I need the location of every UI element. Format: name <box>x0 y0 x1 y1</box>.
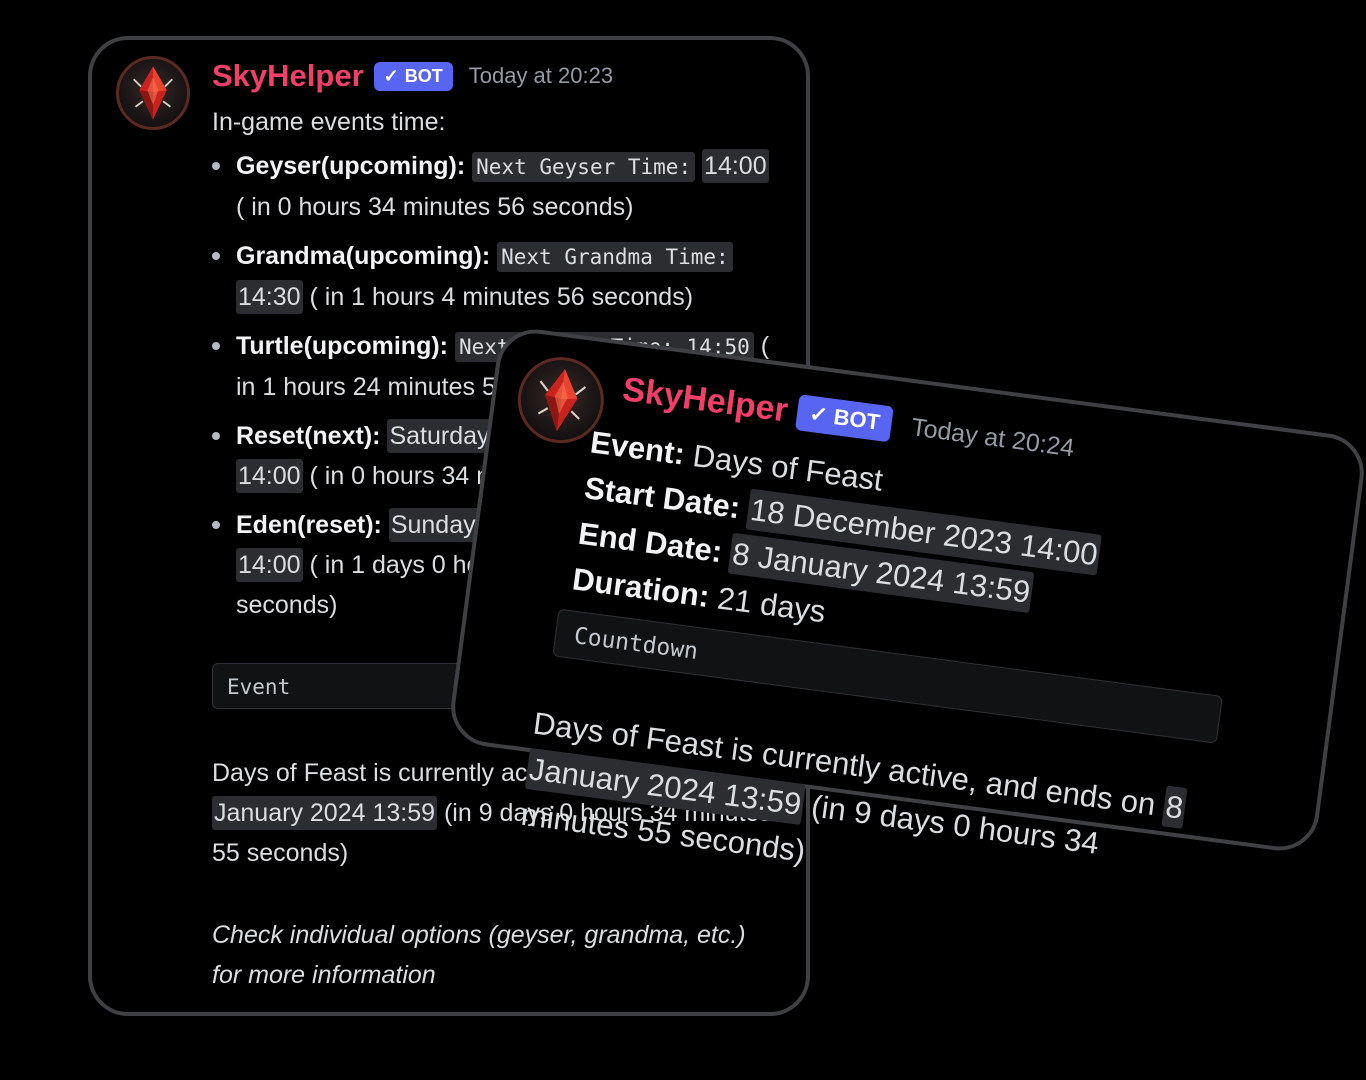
username[interactable]: SkyHelper <box>212 58 364 94</box>
event-code: Next Grandma Time: <box>497 242 733 272</box>
message-timestamp[interactable]: Today at 20:23 <box>469 63 613 89</box>
event-label: Event: <box>588 424 687 472</box>
end-day-highlight: 8 <box>1161 785 1188 829</box>
intro-text: In-game events time: <box>212 108 446 136</box>
event-time: 14:30 <box>236 280 303 314</box>
message-card-front: SkyHelper ✓ BOT Today at 20:24 Event: Da… <box>446 324 1366 869</box>
red-crystal-avatar-icon <box>133 66 173 120</box>
checkmark-icon: ✓ <box>383 65 399 86</box>
event-name: Eden(reset): <box>236 511 382 539</box>
checkmark-icon: ✓ <box>807 400 830 429</box>
bullet-dot-icon <box>212 432 220 440</box>
bullet-dot-icon <box>212 252 220 260</box>
duration-value: 21 days <box>715 580 828 630</box>
list-item: Geyser(upcoming): Next Geyser Time: 14:0… <box>212 146 772 227</box>
event-time: 14:00 <box>236 459 303 493</box>
event-time: 14:00 <box>702 149 769 183</box>
message-header: SkyHelper ✓ BOT Today at 20:23 <box>212 56 613 96</box>
bot-avatar[interactable] <box>116 56 190 130</box>
footer-note: Check individual options (geyser, grandm… <box>212 921 746 989</box>
event-countdown: ( in 1 hours 4 minutes 56 seconds) <box>302 283 694 311</box>
event-time: 14:00 <box>236 548 303 582</box>
event-code: Next Geyser Time: <box>472 152 696 182</box>
username[interactable]: SkyHelper <box>620 370 790 430</box>
list-item: Grandma(upcoming): Next Grandma Time: 14… <box>212 236 772 317</box>
event-name: Geyser(upcoming): <box>236 152 466 180</box>
bot-badge: ✓ BOT <box>795 394 895 443</box>
event-countdown: ( in 0 hours 34 minutes 56 seconds) <box>236 193 634 221</box>
bot-badge: ✓ BOT <box>373 61 453 91</box>
bullet-dot-icon <box>212 521 220 529</box>
bullet-dot-icon <box>212 342 220 350</box>
end-date-highlight: January 2024 13:59 <box>212 796 438 830</box>
event-name: Grandma(upcoming): <box>236 242 491 270</box>
bot-badge-label: BOT <box>832 404 882 435</box>
event-name: Reset(next): <box>236 422 381 450</box>
screenshot-stage: SkyHelper ✓ BOT Today at 20:23 In-game e… <box>0 0 1366 1080</box>
message-body: Event: Days of Feast Start Date: 18 Dece… <box>519 420 1287 932</box>
message-timestamp[interactable]: Today at 20:24 <box>910 413 1076 463</box>
bot-badge-label: BOT <box>404 65 443 86</box>
bullet-dot-icon <box>212 162 220 170</box>
event-name: Turtle(upcoming): <box>236 332 448 360</box>
